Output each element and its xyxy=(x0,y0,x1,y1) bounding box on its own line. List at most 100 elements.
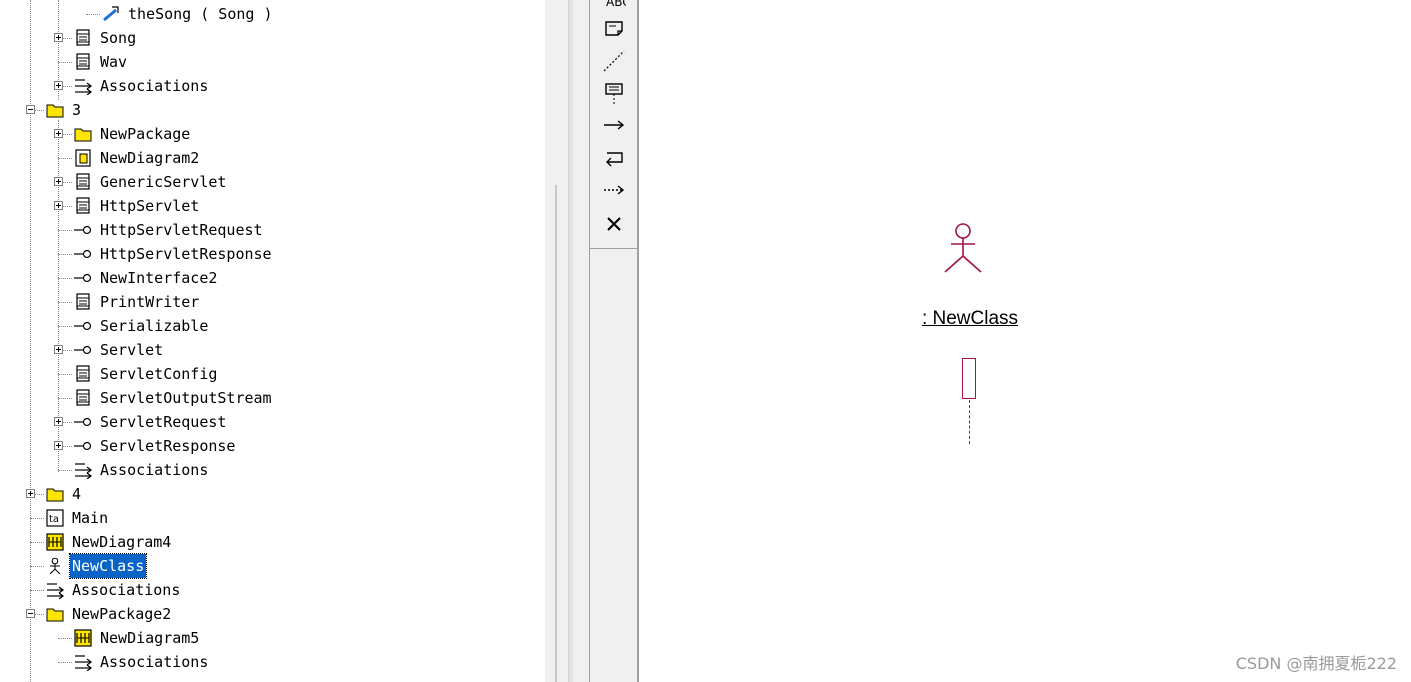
interface-icon xyxy=(74,345,92,355)
tree-item-label[interactable]: NewClass xyxy=(68,553,148,579)
tree-item[interactable]: ServletResponse xyxy=(0,434,545,458)
class-icon xyxy=(76,173,90,190)
toolbox-panel: ABC xyxy=(590,0,637,249)
expand-icon[interactable] xyxy=(54,345,63,354)
tree-item[interactable]: NewInterface2 xyxy=(0,266,545,290)
tree-item-label[interactable]: Serializable xyxy=(98,314,210,338)
tree-item-label[interactable]: HttpServletRequest xyxy=(98,218,265,242)
tree-item[interactable]: NewDiagram5 xyxy=(0,626,545,650)
tree-item-label[interactable]: NewInterface2 xyxy=(98,266,219,290)
lifeline[interactable] xyxy=(969,400,970,444)
expand-icon[interactable] xyxy=(54,129,63,138)
tree-connector xyxy=(58,62,72,63)
tree-item-label[interactable]: Main xyxy=(70,506,110,530)
expand-icon[interactable] xyxy=(26,489,35,498)
collapse-icon[interactable] xyxy=(26,609,35,618)
expand-icon[interactable] xyxy=(54,177,63,186)
anchor-note-icon[interactable] xyxy=(602,49,626,73)
tree-item-label[interactable]: ServletResponse xyxy=(98,434,237,458)
tree-item[interactable]: ServletOutputStream xyxy=(0,386,545,410)
expand-icon[interactable] xyxy=(54,417,63,426)
tree-item[interactable]: Serializable xyxy=(0,314,545,338)
collapse-icon[interactable] xyxy=(26,105,35,114)
expand-icon[interactable] xyxy=(54,441,63,450)
tree-item[interactable]: ServletRequest xyxy=(0,410,545,434)
tree-item-label[interactable]: HttpServletResponse xyxy=(98,242,274,266)
object-tool-icon[interactable] xyxy=(602,81,626,105)
tree-item-label[interactable]: 4 xyxy=(70,482,83,506)
tree-connector xyxy=(30,542,44,543)
tree-item[interactable]: 3 xyxy=(0,98,545,122)
interface-icon xyxy=(74,273,92,283)
tree-item-label[interactable]: Song xyxy=(98,26,138,50)
folder-icon xyxy=(46,488,64,502)
tree-item[interactable]: NewClass xyxy=(0,553,545,579)
tree-item[interactable]: NewPackage xyxy=(0,122,545,146)
destruction-marker-icon[interactable] xyxy=(602,212,626,236)
tree-item[interactable]: NewDiagram2 xyxy=(0,146,545,170)
text-tool-icon[interactable]: ABC xyxy=(602,0,626,12)
tree-item-label[interactable]: Associations xyxy=(70,578,182,602)
folder-icon xyxy=(46,104,64,118)
object-name-label[interactable]: : NewClass xyxy=(880,308,1060,330)
class-icon xyxy=(76,389,90,406)
tree-item[interactable]: Song xyxy=(0,26,545,50)
tree-item[interactable]: HttpServlet xyxy=(0,194,545,218)
return-message-icon[interactable] xyxy=(602,178,626,202)
tree-item-label[interactable]: NewDiagram2 xyxy=(98,146,201,170)
class-icon xyxy=(76,197,90,214)
tree-item[interactable]: 4 xyxy=(0,482,545,506)
message-to-self-icon[interactable] xyxy=(602,146,626,170)
tree-item[interactable]: NewPackage2 xyxy=(0,602,545,626)
tree-item-label[interactable]: NewPackage xyxy=(98,122,192,146)
tree-item-label[interactable]: NewDiagram4 xyxy=(70,530,173,554)
tree-item-label[interactable]: ServletRequest xyxy=(98,410,228,434)
scrollbar-track[interactable] xyxy=(555,185,557,682)
tree-item-label[interactable]: Associations xyxy=(98,650,210,674)
diagram-canvas[interactable]: : NewClass CSDN @南拥夏栀222 xyxy=(640,0,1411,682)
tree-item-label[interactable]: ServletOutputStream xyxy=(98,386,274,410)
activation-bar[interactable] xyxy=(962,358,976,399)
tree-item-label[interactable]: ServletConfig xyxy=(98,362,219,386)
object-message-icon[interactable] xyxy=(602,113,626,137)
tree-item[interactable]: Associations xyxy=(0,578,545,602)
tree-item[interactable]: Associations xyxy=(0,650,545,674)
pane-splitter[interactable] xyxy=(568,0,573,682)
tree-item-label[interactable]: 3 xyxy=(70,98,83,122)
tree-item-label[interactable]: GenericServlet xyxy=(98,170,228,194)
tree-item-label[interactable]: PrintWriter xyxy=(98,290,201,314)
tree-item[interactable]: Wav xyxy=(0,50,545,74)
interface-icon xyxy=(74,441,92,451)
tree-item[interactable]: ServletConfig xyxy=(0,362,545,386)
expand-icon[interactable] xyxy=(54,81,63,90)
tree-item-label[interactable]: NewDiagram5 xyxy=(98,626,201,650)
tree-item[interactable]: GenericServlet xyxy=(0,170,545,194)
expand-icon[interactable] xyxy=(54,33,63,42)
tree-item-label[interactable]: HttpServlet xyxy=(98,194,201,218)
tree-item-label[interactable]: Associations xyxy=(98,458,210,482)
tree-connector xyxy=(58,470,72,471)
tree-item[interactable]: theSong ( Song ) xyxy=(0,2,545,26)
class-icon xyxy=(76,53,90,70)
tree-item[interactable]: PrintWriter xyxy=(0,290,545,314)
tree-connector xyxy=(58,158,72,159)
note-tool-icon[interactable] xyxy=(602,16,626,40)
tree-item[interactable]: HttpServletResponse xyxy=(0,242,545,266)
tree-item-label[interactable]: NewPackage2 xyxy=(70,602,173,626)
tree-item[interactable]: Associations xyxy=(0,74,545,98)
tree-item[interactable]: Servlet xyxy=(0,338,545,362)
model-browser-tree[interactable]: theSong ( Song ) Song Wav Associations 3 NewP… xyxy=(0,0,545,682)
tree-item[interactable]: NewDiagram4 xyxy=(0,530,545,554)
actor-figure[interactable] xyxy=(942,222,984,274)
tree-item-label[interactable]: Wav xyxy=(98,50,129,74)
tree-item[interactable]: Associations xyxy=(0,458,545,482)
expand-icon[interactable] xyxy=(54,201,63,210)
class-icon xyxy=(76,365,90,382)
tree-item-label[interactable]: Servlet xyxy=(98,338,165,362)
folder-icon xyxy=(74,128,92,142)
tree-item-label[interactable]: theSong ( Song ) xyxy=(126,2,275,26)
tree-item-label[interactable]: Associations xyxy=(98,74,210,98)
svg-text:ABC: ABC xyxy=(606,0,626,9)
tree-item[interactable]: ta Main xyxy=(0,506,545,530)
tree-item[interactable]: HttpServletRequest xyxy=(0,218,545,242)
